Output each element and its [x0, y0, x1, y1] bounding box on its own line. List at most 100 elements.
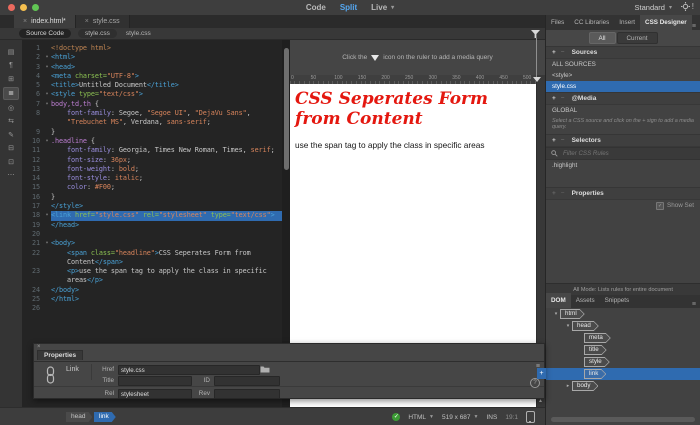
- document-tab[interactable]: ×style.css: [76, 15, 130, 28]
- swap-view-icon[interactable]: ⇆: [4, 116, 18, 127]
- format-source-icon[interactable]: ¶: [4, 60, 18, 71]
- add-media-button[interactable]: +: [552, 95, 556, 102]
- dom-node-html[interactable]: ▾html: [546, 308, 700, 320]
- view-mode-code[interactable]: Code: [306, 3, 326, 12]
- properties-panel-tab[interactable]: Properties: [37, 350, 83, 360]
- rev-field[interactable]: [214, 389, 280, 399]
- code-line[interactable]: 9}: [22, 128, 282, 137]
- code-fold-icon[interactable]: ▾: [43, 90, 51, 99]
- dom-tab-dom[interactable]: DOM: [546, 293, 571, 308]
- add-element-button[interactable]: +: [537, 368, 546, 379]
- viewport-size-selector[interactable]: 519 x 687: [442, 414, 471, 421]
- title-field[interactable]: [118, 376, 192, 386]
- remove-selector-button[interactable]: −: [561, 137, 565, 144]
- help-icon[interactable]: ?: [530, 378, 540, 388]
- validate-icon[interactable]: ◎: [4, 102, 18, 113]
- caret-open-icon[interactable]: ▾: [552, 311, 560, 317]
- code-line[interactable]: 25</html>: [22, 295, 282, 304]
- panel-tab-files[interactable]: Files: [546, 15, 569, 30]
- panel-tab-cc-libraries[interactable]: CC Libraries: [569, 15, 614, 30]
- code-line[interactable]: 24</body>: [22, 286, 282, 295]
- code-line[interactable]: 23 <p>use the span tag to apply the clas…: [22, 267, 282, 276]
- remove-media-button[interactable]: −: [561, 95, 565, 102]
- code-line[interactable]: 14 font-style: italic;: [22, 174, 282, 183]
- dom-node-head[interactable]: ▾head: [546, 320, 700, 332]
- code-line[interactable]: "Trebuchet MS", Verdana, sans-serif;: [22, 118, 282, 127]
- dom-node-meta[interactable]: meta: [546, 332, 700, 344]
- media-query-marker-icon[interactable]: [533, 77, 541, 82]
- device-preview-icon[interactable]: [526, 411, 535, 423]
- filter-css-rules-input[interactable]: [561, 149, 675, 158]
- code-line[interactable]: 20: [22, 230, 282, 239]
- code-line[interactable]: 13 font-weight: bold;: [22, 165, 282, 174]
- toggle-all[interactable]: All: [589, 32, 616, 44]
- code-line[interactable]: 10▾.headline {: [22, 137, 282, 146]
- source-item[interactable]: ALL SOURCES: [546, 59, 700, 70]
- related-file-style-css[interactable]: style.css: [78, 29, 117, 38]
- document-tab[interactable]: ×index.html*: [14, 15, 76, 28]
- media-item[interactable]: GLOBAL: [546, 105, 700, 116]
- close-tab-icon[interactable]: ×: [23, 18, 27, 25]
- apply-comment-icon[interactable]: ⊞: [4, 73, 18, 84]
- close-tab-icon[interactable]: ×: [85, 18, 89, 25]
- doc-type-selector[interactable]: HTML: [408, 414, 426, 421]
- panel-tab-css-designer[interactable]: CSS Designer: [640, 15, 692, 30]
- dom-tab-assets[interactable]: Assets: [571, 293, 600, 308]
- code-fold-icon[interactable]: ▾: [43, 63, 51, 72]
- open-documents-icon[interactable]: ▤: [4, 46, 18, 57]
- code-line[interactable]: Content</span>: [22, 258, 282, 267]
- code-line[interactable]: 16}: [22, 193, 282, 202]
- href-field[interactable]: [118, 365, 260, 375]
- line-numbers-icon[interactable]: ≣: [3, 87, 19, 100]
- code-line[interactable]: 1<!doctype html>: [22, 44, 282, 53]
- code-line[interactable]: 18▾<link href="style.css" rel="styleshee…: [22, 211, 282, 220]
- show-set-toggle[interactable]: ✓ Show Set: [546, 200, 700, 212]
- tag-crumb-link[interactable]: link: [94, 412, 116, 422]
- code-line[interactable]: 3▾<head>: [22, 63, 282, 72]
- related-file-source-code[interactable]: Source Code: [19, 29, 71, 38]
- remove-source-button[interactable]: −: [561, 49, 565, 56]
- id-field[interactable]: [214, 376, 280, 386]
- add-source-button[interactable]: +: [552, 49, 556, 56]
- dom-node-style[interactable]: style: [546, 356, 700, 368]
- toggle-current[interactable]: Current: [617, 32, 658, 44]
- selector-item[interactable]: .highlight: [546, 160, 700, 171]
- dom-node-link[interactable]: link: [546, 368, 700, 380]
- source-item[interactable]: style.css: [546, 81, 700, 92]
- view-mode-split[interactable]: Split: [340, 3, 357, 12]
- code-line[interactable]: 7▾body,td,th {: [22, 100, 282, 109]
- add-property-button[interactable]: +: [552, 190, 556, 197]
- browse-folder-icon[interactable]: [260, 365, 270, 373]
- workspace-switcher[interactable]: Standard ▾: [635, 0, 672, 15]
- tag-crumb-head[interactable]: head: [66, 412, 92, 422]
- dom-node-body[interactable]: ▸body: [546, 380, 700, 392]
- rel-field[interactable]: [118, 389, 192, 399]
- dom-horizontal-scrollbar[interactable]: [551, 417, 695, 422]
- add-selector-button[interactable]: +: [552, 137, 556, 144]
- code-line[interactable]: areas</p>: [22, 276, 282, 285]
- panel-menu-icon[interactable]: ≡: [692, 23, 700, 30]
- checkbox-checked-icon[interactable]: ✓: [656, 202, 664, 210]
- code-fold-icon[interactable]: ▾: [43, 53, 51, 62]
- code-line[interactable]: 5<title>Untitled Document</title>: [22, 81, 282, 90]
- code-line[interactable]: 21▾<body>: [22, 239, 282, 248]
- source-item[interactable]: <style>: [546, 70, 700, 81]
- comment-icon[interactable]: ⊟: [4, 143, 18, 154]
- code-line[interactable]: 4<meta charset="UTF-8">: [22, 72, 282, 81]
- code-fold-icon[interactable]: ▾: [43, 239, 51, 248]
- snippet-icon[interactable]: ⊡: [4, 156, 18, 167]
- code-line[interactable]: 22 <span class="headline">CSS Seperates …: [22, 249, 282, 258]
- view-mode-live[interactable]: Live: [371, 3, 387, 12]
- code-line[interactable]: 15 color: #F00;: [22, 183, 282, 192]
- more-icon[interactable]: ⋯: [4, 170, 18, 181]
- code-line[interactable]: 11 font-family: Georgia, Times New Roman…: [22, 146, 282, 155]
- gear-icon[interactable]: [681, 2, 690, 11]
- code-line[interactable]: 19</head>: [22, 221, 282, 230]
- dom-tab-snippets[interactable]: Snippets: [600, 293, 635, 308]
- caret-open-icon[interactable]: ▾: [564, 323, 572, 329]
- caret-closed-icon[interactable]: ▸: [564, 383, 572, 389]
- code-fold-icon[interactable]: ▾: [43, 211, 51, 220]
- remove-property-button[interactable]: −: [561, 190, 565, 197]
- code-line[interactable]: 26: [22, 304, 282, 313]
- code-scrollbar-thumb[interactable]: [284, 48, 289, 170]
